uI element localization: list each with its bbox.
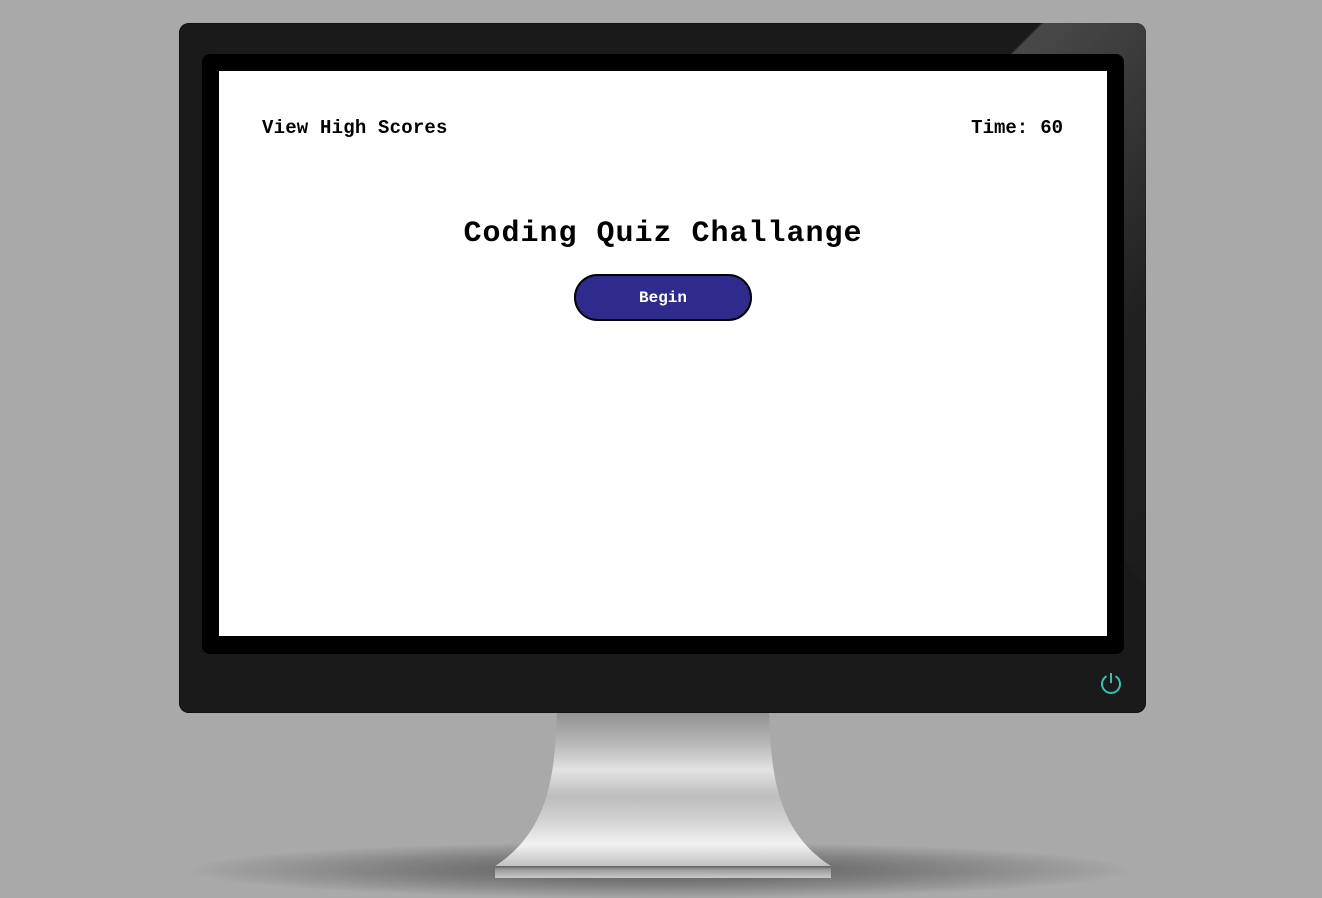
page-title: Coding Quiz Challange [463,217,863,251]
power-icon[interactable] [1099,671,1123,695]
quiz-app-screen: View High Scores Time: 60 Coding Quiz Cha… [219,71,1107,636]
monitor-frame: View High Scores Time: 60 Coding Quiz Cha… [179,23,1146,713]
timer-label: Time: [971,117,1029,139]
desktop-scene: View High Scores Time: 60 Coding Quiz Cha… [0,0,1322,898]
view-high-scores-link[interactable]: View High Scores [262,117,448,139]
monitor-stand [495,710,831,868]
timer: Time: 60 [971,117,1063,139]
header-bar: View High Scores Time: 60 [219,71,1107,181]
monitor-stand-base [495,866,831,878]
begin-button[interactable]: Begin [574,274,752,321]
timer-value: 60 [1040,117,1063,139]
